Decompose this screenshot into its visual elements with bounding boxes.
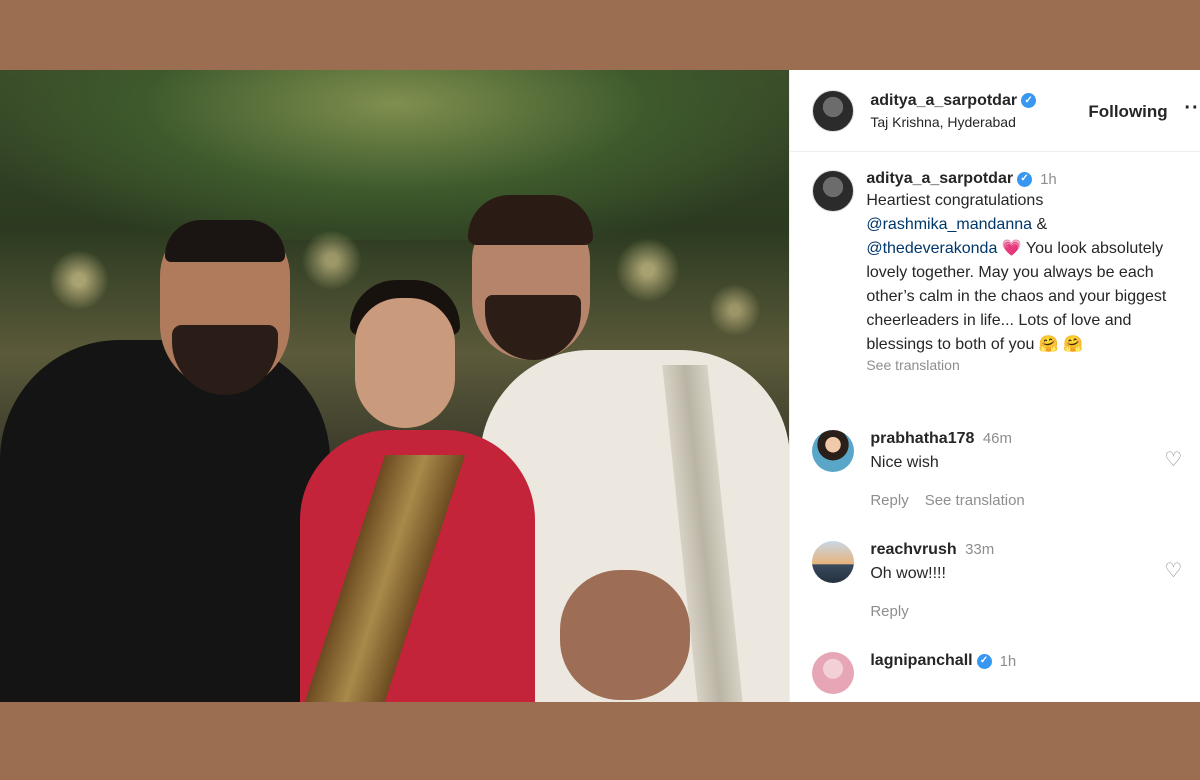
comment-body: reachvrush 33m Oh wow!!!! Reply: [870, 541, 1170, 620]
comment-text: Oh wow!!!!: [870, 565, 946, 582]
photo-person-left-body: [0, 340, 330, 702]
comment-item: reachvrush 33m Oh wow!!!! Reply ♡: [812, 541, 1192, 620]
reply-button[interactable]: Reply: [870, 492, 908, 509]
comment-body: lagnipanchall ✓ 1h: [870, 652, 1170, 694]
verified-badge-icon: ✓: [976, 653, 992, 669]
caption-text: Heartiest congratulations @rashmika_manda…: [866, 189, 1192, 357]
commenter-avatar[interactable]: [812, 652, 855, 694]
photo-person-center-head: [355, 298, 455, 428]
post-location[interactable]: Taj Krishna, Hyderabad: [870, 114, 1036, 130]
caption-see-translation[interactable]: See translation: [866, 357, 1192, 373]
author-username[interactable]: aditya_a_sarpotdar: [870, 92, 1017, 110]
commenter-username[interactable]: lagnipanchall: [870, 652, 972, 670]
caption-body: aditya_a_sarpotdar ✓ 1h Heartiest congra…: [866, 170, 1192, 373]
following-button[interactable]: Following: [1088, 102, 1167, 122]
comment-time[interactable]: 33m: [965, 541, 994, 558]
author-block: aditya_a_sarpotdar ✓ Taj Krishna, Hydera…: [870, 92, 1037, 130]
commenter-avatar[interactable]: [812, 430, 855, 472]
photo-person-left-hair: [165, 220, 285, 262]
verified-badge-icon: ✓: [1021, 93, 1037, 108]
comment-body: prabhatha178 46m Nice wish Reply See tra…: [870, 430, 1170, 509]
comment-see-translation[interactable]: See translation: [925, 492, 1025, 509]
like-heart-icon[interactable]: ♡: [1164, 450, 1184, 470]
mention-rashmika[interactable]: @rashmika_mandanna: [866, 216, 1032, 233]
comment-actions: Reply See translation: [870, 492, 1170, 509]
hug-emoji-icon: 🤗 🤗: [1038, 336, 1084, 353]
comment-item: prabhatha178 46m Nice wish Reply See tra…: [812, 430, 1192, 509]
comment-actions: Reply: [870, 603, 1170, 620]
comment-text: Nice wish: [870, 454, 939, 471]
more-options-icon[interactable]: ···: [1184, 97, 1200, 120]
post-caption: aditya_a_sarpotdar ✓ 1h Heartiest congra…: [812, 170, 1192, 373]
reply-button[interactable]: Reply: [870, 603, 908, 620]
post-sidebar: aditya_a_sarpotdar ✓ Taj Krishna, Hydera…: [789, 70, 1200, 702]
caption-time[interactable]: 1h: [1040, 171, 1057, 188]
post-photo[interactable]: [0, 70, 790, 702]
commenter-username[interactable]: prabhatha178: [870, 430, 974, 447]
caption-ampersand: &: [1036, 216, 1048, 233]
comment-header: reachvrush 33m: [870, 541, 1170, 559]
heart-emoji-icon: 💗: [1001, 240, 1022, 257]
caption-username[interactable]: aditya_a_sarpotdar: [866, 170, 1013, 188]
comment-header: lagnipanchall ✓ 1h: [870, 652, 1170, 670]
comment-item: lagnipanchall ✓ 1h: [812, 652, 1192, 694]
mention-deverakonda[interactable]: @thedeverakonda: [866, 240, 997, 257]
like-heart-icon[interactable]: ♡: [1164, 561, 1184, 581]
commenter-username[interactable]: reachvrush: [870, 541, 956, 558]
caption-author-avatar[interactable]: [812, 170, 855, 212]
verified-badge-icon: ✓: [1017, 171, 1033, 187]
caption-header: aditya_a_sarpotdar ✓ 1h: [866, 170, 1192, 188]
comment-time[interactable]: 1h: [1000, 653, 1017, 670]
caption-intro: Heartiest congratulations: [866, 192, 1044, 209]
photo-person-right-hair: [468, 195, 593, 245]
author-avatar[interactable]: [812, 89, 855, 132]
commenter-avatar[interactable]: [812, 541, 855, 583]
comment-time[interactable]: 46m: [983, 430, 1012, 447]
instagram-post-frame: aditya_a_sarpotdar ✓ Taj Krishna, Hydera…: [0, 70, 1200, 702]
photo-person-right-arm: [560, 570, 690, 700]
comment-header: prabhatha178 46m: [870, 430, 1170, 448]
author-name-row: aditya_a_sarpotdar ✓: [870, 92, 1037, 110]
post-header: aditya_a_sarpotdar ✓ Taj Krishna, Hydera…: [790, 70, 1200, 152]
